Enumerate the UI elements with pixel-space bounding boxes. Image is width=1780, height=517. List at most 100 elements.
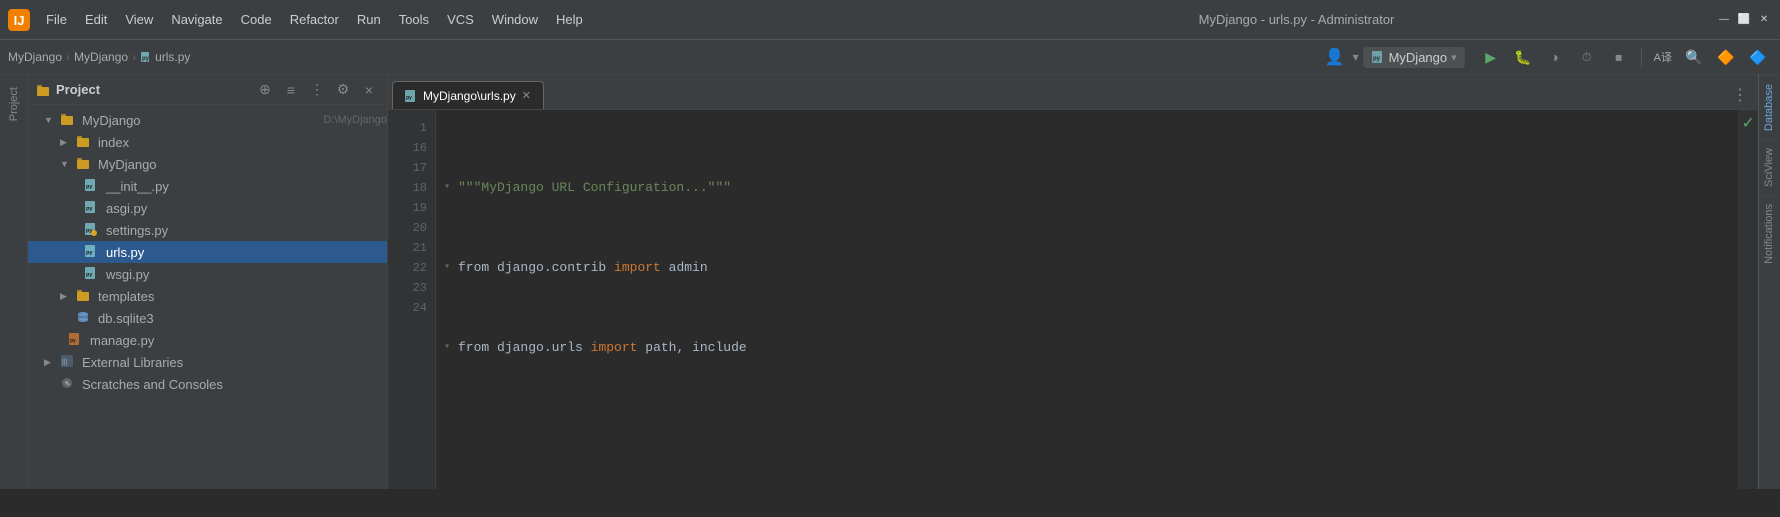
panel-settings-button[interactable]: ⚙ xyxy=(333,80,353,100)
tree-item-manage-py[interactable]: py manage.py xyxy=(28,329,387,351)
line-num-24: 24 xyxy=(388,298,435,318)
search-button[interactable]: 🔍 xyxy=(1680,43,1708,71)
svg-text:py: py xyxy=(86,250,93,256)
code-token: from xyxy=(458,258,497,278)
tree-item-settings-py[interactable]: py settings.py xyxy=(28,219,387,241)
line-num-21: 21 xyxy=(388,238,435,258)
line-numbers: 1 16 17 18 19 20 21 22 23 24 xyxy=(388,110,436,489)
folder-icon xyxy=(36,83,50,97)
left-tool-strip: Project xyxy=(0,75,28,489)
svg-text:py: py xyxy=(406,95,412,101)
close-button[interactable]: ✕ xyxy=(1756,13,1772,27)
tree-item-wsgi-py[interactable]: py wsgi.py xyxy=(28,263,387,285)
panel-close-button[interactable]: × xyxy=(359,80,379,100)
project-strip-label[interactable]: Project xyxy=(8,83,20,125)
tree-item-index[interactable]: ▶ index xyxy=(28,131,387,153)
tree-label: __init__.py xyxy=(106,179,387,194)
code-token: import xyxy=(583,338,645,358)
line-num-20: 20 xyxy=(388,218,435,238)
tree-item-mydjango-folder[interactable]: ▼ MyDjango xyxy=(28,153,387,175)
tree-label: index xyxy=(98,135,387,150)
menu-run[interactable]: Run xyxy=(349,8,389,31)
minimize-button[interactable]: — xyxy=(1716,13,1732,27)
run-button[interactable]: ▶ xyxy=(1477,43,1505,71)
code-line-1: ▾ """MyDjango URL Configuration...""" xyxy=(444,178,1738,198)
notifications-panel-button[interactable]: Notifications xyxy=(1759,195,1780,272)
file-tree: ▼ MyDjango D:\MyDjango ▶ index xyxy=(28,105,387,489)
menu-window[interactable]: Window xyxy=(484,8,546,31)
code-token: """MyDjango URL Configuration...""" xyxy=(458,178,731,198)
tree-item-db-sqlite3[interactable]: db.sqlite3 xyxy=(28,307,387,329)
panel-title: Project xyxy=(56,82,249,97)
menu-file[interactable]: File xyxy=(38,8,75,31)
line-num-23: 23 xyxy=(388,278,435,298)
editor-tab-urls-py[interactable]: py MyDjango\urls.py ✕ xyxy=(392,81,544,109)
run-config-dropdown[interactable]: py MyDjango ▾ xyxy=(1363,47,1465,68)
svg-text:|||: ||| xyxy=(62,359,68,366)
line-num-19: 19 xyxy=(388,198,435,218)
menu-view[interactable]: View xyxy=(117,8,161,31)
panel-collapse-button[interactable]: ≡ xyxy=(281,80,301,100)
profile-button[interactable]: ⏱ xyxy=(1573,43,1601,71)
code-line-18 xyxy=(444,418,1738,438)
tree-item-urls-py[interactable]: py urls.py xyxy=(28,241,387,263)
code-editor[interactable]: 1 16 17 18 19 20 21 22 23 24 ▾ """MyDjan… xyxy=(388,110,1758,489)
menu-tools[interactable]: Tools xyxy=(391,8,437,31)
tree-item-asgi-py[interactable]: py asgi.py xyxy=(28,197,387,219)
editor-right-gutter: ✓ xyxy=(1738,110,1758,489)
stop-button[interactable]: ⏹ xyxy=(1605,43,1633,71)
menu-bar: File Edit View Navigate Code Refactor Ru… xyxy=(38,8,877,31)
database-panel-button[interactable]: Database xyxy=(1759,75,1780,139)
tree-label: asgi.py xyxy=(106,201,387,216)
window-title: MyDjango - urls.py - Administrator xyxy=(877,12,1716,27)
maximize-button[interactable]: ⬜ xyxy=(1736,13,1752,27)
code-content[interactable]: ▾ """MyDjango URL Configuration...""" ▾ … xyxy=(436,110,1738,489)
fold-marker[interactable]: ▾ xyxy=(444,338,458,358)
tree-item-init-py[interactable]: py __init__.py xyxy=(28,175,387,197)
main-layout: Project Project ⊕ ≡ ⋮ ⚙ × ▼ xyxy=(0,75,1780,489)
code-token: admin xyxy=(669,258,708,278)
menu-vcs[interactable]: VCS xyxy=(439,8,482,31)
line-num-16: 16 xyxy=(388,138,435,158)
tree-label: manage.py xyxy=(90,333,387,348)
breadcrumb-file: py urls.py xyxy=(140,50,190,64)
right-tool-panels: Database SciView Notifications xyxy=(1758,75,1780,489)
translate-button[interactable]: A译 xyxy=(1650,43,1676,71)
menu-help[interactable]: Help xyxy=(548,8,591,31)
menu-refactor[interactable]: Refactor xyxy=(282,8,347,31)
settings-button[interactable]: 🔷 xyxy=(1744,43,1772,71)
svg-text:✎: ✎ xyxy=(65,381,71,388)
account-button[interactable]: 👤 xyxy=(1321,43,1349,71)
svg-text:py: py xyxy=(1373,56,1381,62)
tree-item-mydjango-root[interactable]: ▼ MyDjango D:\MyDjango xyxy=(28,109,387,131)
tree-label: MyDjango xyxy=(98,157,387,172)
tree-root-path: D:\MyDjango xyxy=(323,114,387,126)
fold-marker[interactable]: ▾ xyxy=(444,258,458,278)
title-bar: IJ File Edit View Navigate Code Refactor… xyxy=(0,0,1780,40)
tree-item-scratches[interactable]: ✎ Scratches and Consoles xyxy=(28,373,387,395)
menu-navigate[interactable]: Navigate xyxy=(163,8,230,31)
no-errors-indicator: ✓ xyxy=(1743,114,1754,134)
editor-options-button[interactable]: ⋮ xyxy=(1726,81,1754,109)
debug-button[interactable]: 🐛 xyxy=(1509,43,1537,71)
plugins-button[interactable]: 🔶 xyxy=(1712,43,1740,71)
tree-item-templates[interactable]: ▶ templates xyxy=(28,285,387,307)
tree-label: db.sqlite3 xyxy=(98,311,387,326)
coverage-button[interactable]: ◑ xyxy=(1541,43,1569,71)
code-token: path, include xyxy=(645,338,746,358)
code-token: django.contrib xyxy=(497,258,606,278)
panel-dots-button[interactable]: ⋮ xyxy=(307,80,327,100)
fold-marker[interactable]: ▾ xyxy=(444,178,458,198)
code-token: from xyxy=(458,338,497,358)
tree-item-ext-libraries[interactable]: ▶ ||| External Libraries xyxy=(28,351,387,373)
menu-code[interactable]: Code xyxy=(233,8,280,31)
menu-edit[interactable]: Edit xyxy=(77,8,115,31)
tree-label: templates xyxy=(98,289,387,304)
line-num-18: 18 xyxy=(388,178,435,198)
tree-label: settings.py xyxy=(106,223,387,238)
svg-text:py: py xyxy=(142,56,150,62)
tab-close-button[interactable]: ✕ xyxy=(522,89,531,102)
sciview-panel-button[interactable]: SciView xyxy=(1759,139,1780,195)
top-toolbar: MyDjango › MyDjango › py urls.py 👤 ▾ py … xyxy=(0,40,1780,75)
panel-locate-button[interactable]: ⊕ xyxy=(255,80,275,100)
